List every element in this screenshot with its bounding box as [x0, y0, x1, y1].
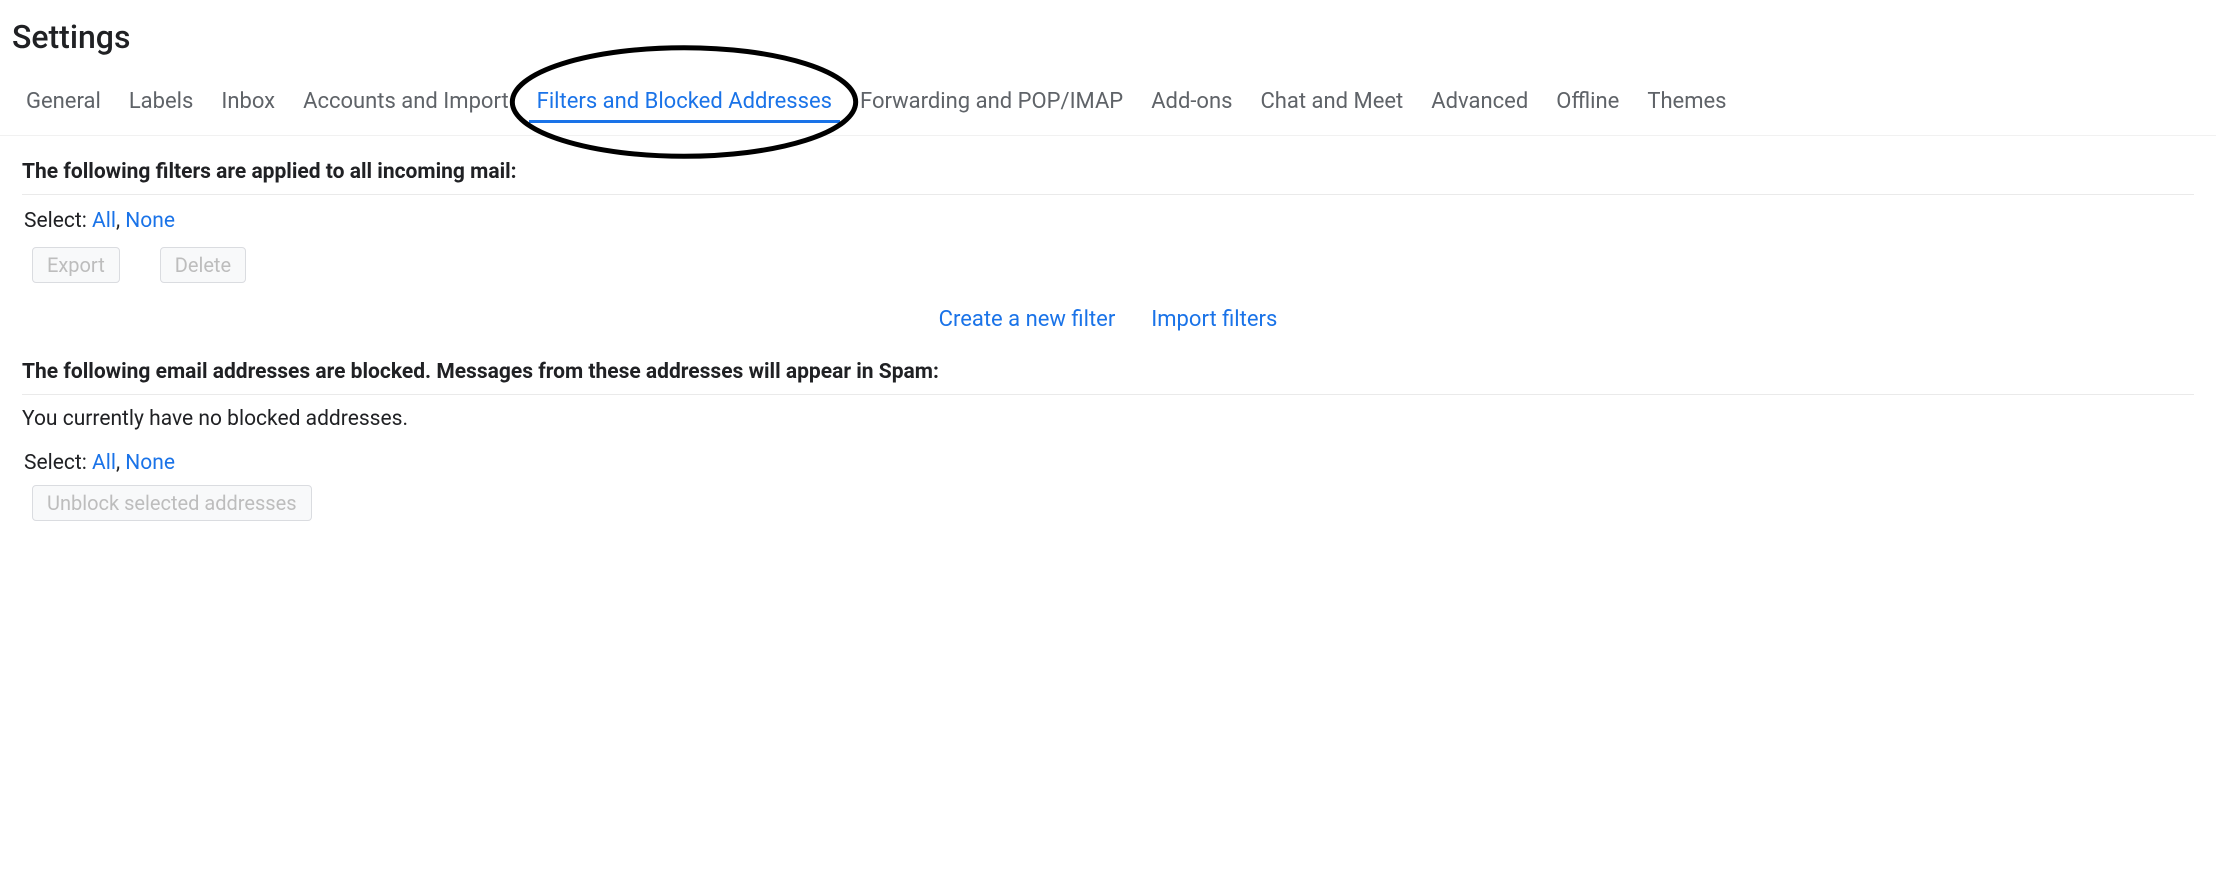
blocked-select-none-link[interactable]: None: [125, 451, 175, 475]
blocked-section-heading: The following email addresses are blocke…: [22, 360, 2194, 384]
filters-select-all-link[interactable]: All: [92, 209, 116, 233]
filter-center-links: Create a new filter Import filters: [22, 289, 2194, 360]
select-label: Select:: [24, 451, 87, 475]
filters-button-row: Export Delete: [22, 239, 2194, 289]
unblock-selected-addresses-button[interactable]: Unblock selected addresses: [32, 485, 312, 521]
settings-tabs: General Labels Inbox Accounts and Import…: [0, 78, 2216, 136]
unblock-button-row: Unblock selected addresses: [22, 477, 2194, 521]
content-area: The following filters are applied to all…: [0, 136, 2216, 521]
tab-labels[interactable]: Labels: [115, 78, 208, 135]
filters-select-none-link[interactable]: None: [125, 209, 175, 233]
tab-advanced[interactable]: Advanced: [1417, 78, 1542, 135]
blocked-empty-text: You currently have no blocked addresses.: [22, 403, 2194, 449]
tab-filters-and-blocked-addresses[interactable]: Filters and Blocked Addresses: [523, 78, 846, 135]
tab-accounts-and-import[interactable]: Accounts and Import: [289, 78, 523, 135]
export-button[interactable]: Export: [32, 247, 120, 283]
divider: [22, 394, 2194, 395]
tab-inbox[interactable]: Inbox: [207, 78, 289, 135]
tab-addons[interactable]: Add-ons: [1137, 78, 1246, 135]
tab-general[interactable]: General: [12, 78, 115, 135]
page-title: Settings: [0, 0, 2216, 68]
blocked-select-all-link[interactable]: All: [92, 451, 116, 475]
filters-select-row: Select: All, None: [22, 203, 2194, 239]
create-new-filter-link[interactable]: Create a new filter: [939, 307, 1116, 332]
select-separator: ,: [116, 451, 125, 475]
select-separator: ,: [116, 209, 125, 233]
filters-section-heading: The following filters are applied to all…: [22, 160, 2194, 184]
tab-themes[interactable]: Themes: [1633, 78, 1740, 135]
divider: [22, 194, 2194, 195]
import-filters-link[interactable]: Import filters: [1151, 307, 1277, 332]
tab-chat-and-meet[interactable]: Chat and Meet: [1246, 78, 1417, 135]
blocked-select-row: Select: All, None: [22, 449, 2194, 477]
delete-button[interactable]: Delete: [160, 247, 246, 283]
tab-forwarding-pop-imap[interactable]: Forwarding and POP/IMAP: [846, 78, 1137, 135]
select-label: Select:: [24, 209, 87, 233]
tab-offline[interactable]: Offline: [1542, 78, 1633, 135]
